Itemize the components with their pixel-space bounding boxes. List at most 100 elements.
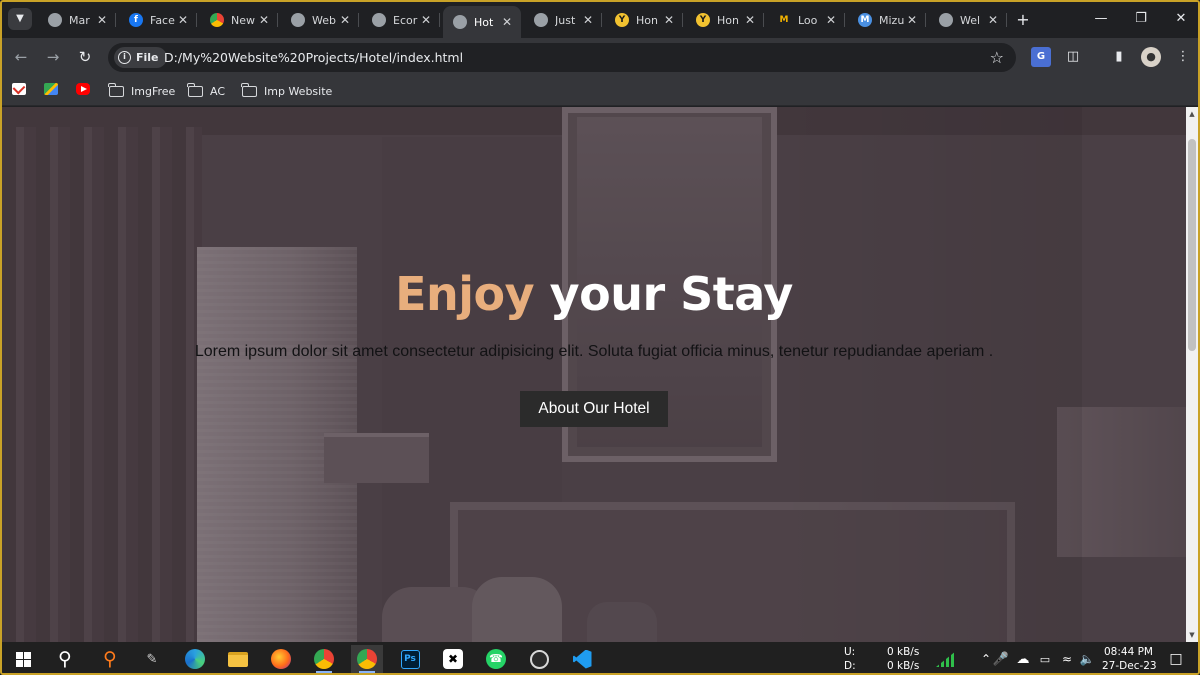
bookmark-ac[interactable]: AC: [187, 82, 225, 100]
tab-title: Wel: [960, 13, 981, 27]
scrollbar-thumb[interactable]: [1188, 139, 1196, 351]
tab-search-button[interactable]: ▼: [8, 8, 32, 30]
hero-section: Enjoy your Stay Lorem ipsum dolor sit am…: [2, 267, 1186, 427]
gmail-icon[interactable]: [12, 83, 26, 95]
tab-close-icon[interactable]: ✕: [742, 13, 758, 27]
facebook-icon: f: [129, 13, 143, 27]
browser-tab[interactable]: Y Hon ✕: [605, 6, 683, 34]
youtube-icon[interactable]: [76, 83, 90, 95]
tab-separator: [277, 13, 278, 27]
browser-tab[interactable]: Hot ✕: [443, 6, 521, 38]
search-icon[interactable]: ⚲: [49, 645, 81, 673]
tab-title: Face: [150, 13, 175, 27]
capcut-icon[interactable]: ✖: [437, 645, 469, 673]
tab-close-icon[interactable]: ✕: [661, 13, 677, 27]
folder-icon: [241, 82, 257, 97]
notifications-icon[interactable]: □: [1160, 645, 1192, 673]
magnifier-app-icon[interactable]: ⚲: [94, 645, 126, 673]
clock-time[interactable]: 08:44 PM: [1104, 646, 1153, 658]
network-activity-icon[interactable]: [930, 645, 962, 673]
folder-icon: [108, 82, 124, 97]
about-hotel-button[interactable]: About Our Hotel: [520, 391, 668, 427]
reload-button[interactable]: ↻: [74, 46, 96, 68]
tab-close-icon[interactable]: ✕: [499, 15, 515, 29]
edge-icon[interactable]: [179, 645, 211, 673]
tab-separator: [601, 13, 602, 27]
bookmark-imgfree[interactable]: ImgFree: [108, 82, 175, 100]
windows-logo-icon: [15, 651, 31, 667]
browser-tab[interactable]: Wel ✕: [929, 6, 1007, 34]
tab-close-icon[interactable]: ✕: [94, 13, 110, 27]
globe-icon: [48, 13, 62, 27]
extensions-puzzle-icon[interactable]: ◫: [1063, 47, 1083, 67]
browser-tab[interactable]: f Face ✕: [119, 6, 197, 34]
forward-button[interactable]: →: [42, 46, 64, 68]
start-button[interactable]: [7, 645, 39, 673]
url-text[interactable]: D:/My%20Website%20Projects/Hotel/index.h…: [164, 50, 463, 65]
google-maps-icon[interactable]: [44, 83, 58, 95]
browser-tab[interactable]: Mar ✕: [38, 6, 116, 34]
net-upload-speed: 0 kB/s: [887, 646, 920, 658]
restore-button[interactable]: ❐: [1121, 8, 1161, 30]
new-tab-button[interactable]: +: [1014, 10, 1032, 29]
browser-tab[interactable]: Y Hon ✕: [686, 6, 764, 34]
file-explorer-icon[interactable]: [222, 645, 254, 673]
tab-close-icon[interactable]: ✕: [418, 13, 434, 27]
browser-tab[interactable]: Web ✕: [281, 6, 359, 34]
minimize-button[interactable]: —: [1081, 8, 1121, 30]
browser-tab[interactable]: Just ✕: [524, 6, 602, 34]
profile-avatar[interactable]: ●: [1141, 47, 1161, 67]
clock-date[interactable]: 27-Dec-23: [1102, 660, 1157, 672]
tab-close-icon[interactable]: ✕: [904, 13, 920, 27]
globe-icon: [372, 13, 386, 27]
tab-title: Hon: [636, 13, 658, 27]
hero-subtitle: Lorem ipsum dolor sit amet consectetur a…: [194, 343, 994, 360]
firefox-icon[interactable]: [265, 645, 297, 673]
globe-icon: [291, 13, 305, 27]
tab-separator: [115, 13, 116, 27]
tab-close-icon[interactable]: ✕: [256, 13, 272, 27]
obs-icon[interactable]: [523, 645, 555, 673]
browser-tab[interactable]: M Mizu ✕: [848, 6, 926, 34]
onedrive-cloud-icon[interactable]: ☁: [1012, 645, 1034, 673]
volume-icon[interactable]: 🔈: [1076, 645, 1098, 673]
bookmark-star-icon[interactable]: ☆: [990, 48, 1004, 67]
address-bar[interactable]: i File D:/My%20Website%20Projects/Hotel/…: [108, 43, 1016, 72]
globe-icon: [939, 13, 953, 27]
whatsapp-icon[interactable]: ☎: [480, 645, 512, 673]
chrome-profile-icon[interactable]: [351, 645, 383, 673]
photoshop-icon[interactable]: Ps: [394, 645, 426, 673]
y-logo-icon: Y: [696, 13, 710, 27]
globe-icon: [534, 13, 548, 27]
tab-close-icon[interactable]: ✕: [337, 13, 353, 27]
google-translate-icon[interactable]: G: [1031, 47, 1051, 67]
scroll-up-arrow-icon[interactable]: ▲: [1187, 109, 1197, 119]
page-scrollbar[interactable]: ▲ ▼: [1186, 107, 1198, 642]
chrome-menu-icon[interactable]: ⋮: [1173, 47, 1193, 67]
bookmark-label: Imp Website: [264, 84, 333, 98]
site-info-chip[interactable]: i File: [114, 47, 167, 68]
browser-tab[interactable]: M Loo ✕: [767, 6, 845, 34]
battery-icon[interactable]: ▭: [1034, 645, 1056, 673]
vscode-icon[interactable]: [566, 645, 598, 673]
tab-separator: [844, 13, 845, 27]
tab-close-icon[interactable]: ✕: [580, 13, 596, 27]
chrome-icon[interactable]: [308, 645, 340, 673]
bookmark-imp-website[interactable]: Imp Website: [241, 82, 333, 100]
close-window-button[interactable]: ✕: [1161, 8, 1198, 30]
microphone-icon[interactable]: 🎤: [990, 645, 1012, 673]
tab-close-icon[interactable]: ✕: [823, 13, 839, 27]
tab-close-icon[interactable]: ✕: [175, 13, 191, 27]
browser-tab[interactable]: Ecor ✕: [362, 6, 440, 34]
pen-icon[interactable]: ✎: [136, 645, 168, 673]
hero-title: Enjoy your Stay: [2, 267, 1186, 321]
scroll-down-arrow-icon[interactable]: ▼: [1187, 630, 1197, 640]
browser-tab[interactable]: New ✕: [200, 6, 278, 34]
windows-taskbar: ⚲ ⚲ ✎ Ps ✖ ☎ U: D: 0 kB/s 0 kB/s ⌃ 🎤 ☁ ▭…: [2, 642, 1198, 673]
tab-title: Hot: [474, 15, 494, 29]
side-panel-icon[interactable]: ▮: [1109, 47, 1129, 67]
tab-title: New: [231, 13, 255, 27]
back-button[interactable]: ←: [10, 46, 32, 68]
tab-close-icon[interactable]: ✕: [985, 13, 1001, 27]
wifi-icon[interactable]: ≈: [1056, 645, 1078, 673]
